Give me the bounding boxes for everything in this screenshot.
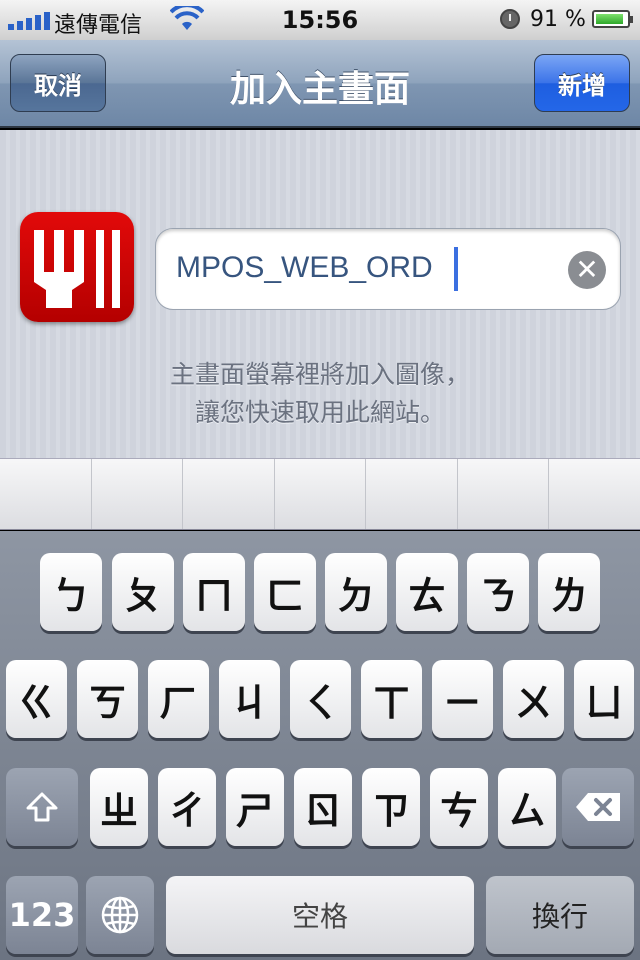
globe-icon [101, 896, 139, 934]
key-le[interactable]: ㄌ [538, 553, 600, 631]
key-fo[interactable]: ㄈ [254, 553, 316, 631]
key-de[interactable]: ㄉ [325, 553, 387, 631]
delete-key[interactable] [562, 768, 634, 846]
key-si[interactable]: ㄙ [498, 768, 556, 846]
clear-icon[interactable]: ✕ [568, 251, 606, 289]
candidate-slot[interactable] [0, 459, 92, 529]
key-qi[interactable]: ㄑ [290, 660, 351, 738]
key-shi[interactable]: ㄕ [226, 768, 284, 846]
key-ne[interactable]: ㄋ [467, 553, 529, 631]
key-zhi[interactable]: ㄓ [90, 768, 148, 846]
delete-icon [576, 793, 620, 821]
key-yu[interactable]: ㄩ [574, 660, 634, 738]
key-zi[interactable]: ㄗ [362, 768, 420, 846]
candidate-bar [0, 458, 640, 530]
globe-key[interactable] [86, 876, 154, 954]
shift-key[interactable] [6, 768, 78, 846]
battery-icon [592, 10, 633, 28]
add-to-home-form: MPOS_WEB_ORD ✕ 主畫面螢幕裡將加入圖像， 讓您快速取用此網站。 [0, 130, 640, 458]
navigation-bar: 取消 加入主畫面 新增 [0, 40, 640, 128]
key-mo[interactable]: ㄇ [183, 553, 245, 631]
hint-line-1: 主畫面螢幕裡將加入圖像， [169, 360, 470, 389]
key-ke[interactable]: ㄎ [77, 660, 138, 738]
hint-line-2: 讓您快速取用此網站。 [194, 398, 445, 427]
key-he[interactable]: ㄏ [148, 660, 209, 738]
candidate-slot[interactable] [458, 459, 550, 529]
hint-text: 主畫面螢幕裡將加入圖像， 讓您快速取用此網站。 [0, 356, 640, 432]
key-xi[interactable]: ㄒ [361, 660, 422, 738]
status-bar: 遠傳電信 15:56 91 % [0, 0, 640, 40]
key-te[interactable]: ㄊ [396, 553, 458, 631]
candidate-slot[interactable] [366, 459, 458, 529]
candidate-slot[interactable] [92, 459, 184, 529]
app-icon [20, 212, 134, 322]
key-bo[interactable]: ㄅ [40, 553, 102, 631]
space-key[interactable]: 空格 [166, 876, 474, 954]
bookmark-name-value: MPOS_WEB_ORD [176, 251, 433, 284]
return-key[interactable]: 換行 [486, 876, 634, 954]
key-wu[interactable]: ㄨ [503, 660, 564, 738]
key-ri[interactable]: ㄖ [294, 768, 352, 846]
key-ji[interactable]: ㄐ [219, 660, 280, 738]
clock-icon [500, 9, 520, 29]
zhuyin-keyboard: ㄅ ㄆ ㄇ ㄈ ㄉ ㄊ ㄋ ㄌ ㄍ ㄎ ㄏ ㄐ ㄑ ㄒ ㄧ ㄨ ㄩ ㄓ ㄔ ㄕ … [0, 531, 640, 960]
key-ci[interactable]: ㄘ [430, 768, 488, 846]
fork-logo-icon [34, 230, 120, 308]
bookmark-name-field[interactable]: MPOS_WEB_ORD ✕ [155, 228, 621, 310]
key-chi[interactable]: ㄔ [158, 768, 216, 846]
add-button[interactable]: 新增 [534, 54, 630, 112]
candidate-slot[interactable] [275, 459, 367, 529]
battery-percent: 91 % [530, 7, 586, 32]
key-po[interactable]: ㄆ [112, 553, 174, 631]
candidate-slot[interactable] [549, 459, 640, 529]
key-ge[interactable]: ㄍ [6, 660, 67, 738]
candidate-slot[interactable] [183, 459, 275, 529]
numbers-key[interactable]: 123 [6, 876, 78, 954]
text-caret [454, 247, 458, 291]
key-yi[interactable]: ㄧ [432, 660, 493, 738]
shift-icon [26, 792, 58, 822]
